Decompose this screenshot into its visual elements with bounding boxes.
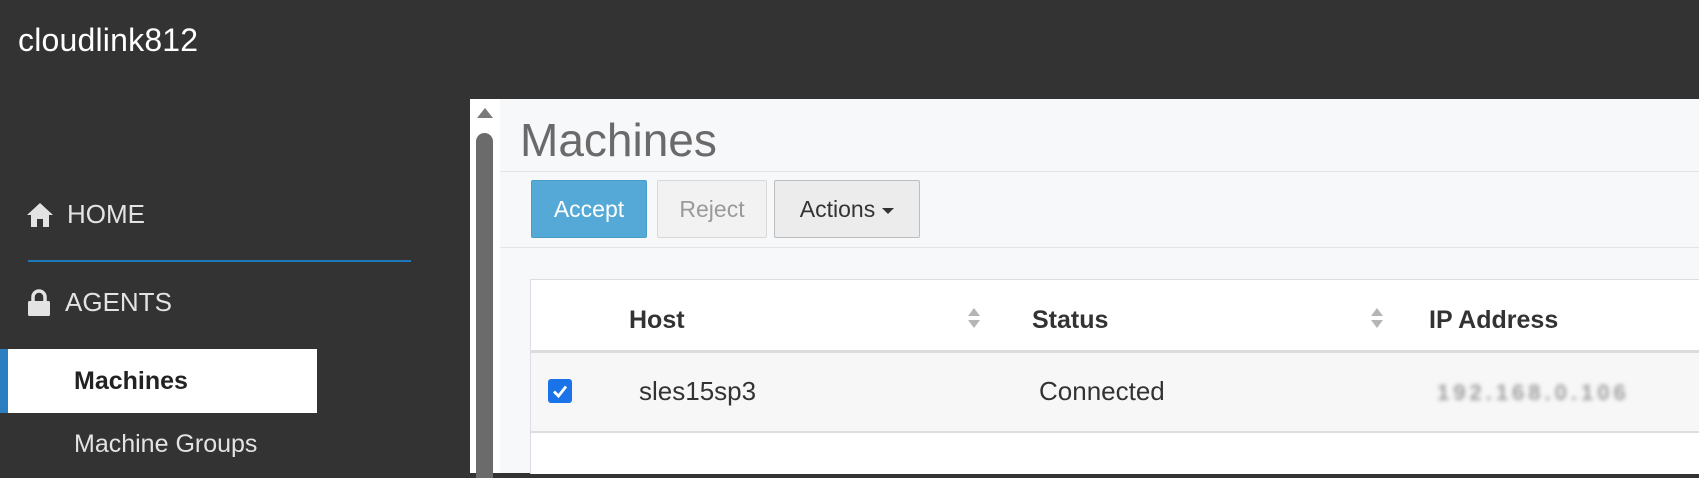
actions-dropdown-button[interactable]: Actions bbox=[774, 180, 920, 238]
sort-icon[interactable] bbox=[966, 306, 982, 330]
column-header-host[interactable]: Host bbox=[629, 306, 685, 335]
scrollbar-thumb[interactable] bbox=[476, 133, 493, 478]
lock-icon bbox=[28, 288, 50, 316]
sidebar-item-label: Machine Groups bbox=[74, 429, 258, 458]
home-icon bbox=[27, 202, 53, 227]
cell-status: Connected bbox=[1039, 376, 1165, 406]
reject-button[interactable]: Reject bbox=[657, 180, 767, 238]
column-header-status[interactable]: Status bbox=[1032, 306, 1108, 335]
cell-host: sles15sp3 bbox=[639, 376, 757, 406]
checkmark-icon bbox=[553, 385, 568, 399]
accept-button-label: Accept bbox=[553, 195, 625, 222]
sidebar-item-machines[interactable]: Machines bbox=[0, 349, 317, 413]
app-title: cloudlink812 bbox=[18, 22, 199, 58]
caret-down-icon bbox=[882, 207, 895, 214]
sidebar-item-machine-groups[interactable]: Machine Groups bbox=[0, 414, 317, 474]
page-title: Machines bbox=[520, 114, 717, 166]
sidebar-item-label: Machines bbox=[74, 366, 188, 395]
machines-table: Host Status IP Address sles15sp3 Connect… bbox=[530, 279, 1699, 474]
row-checkbox[interactable] bbox=[548, 379, 572, 403]
main-panel: Machines Accept Reject Actions Host Stat… bbox=[500, 99, 1699, 474]
sort-icon[interactable] bbox=[1369, 306, 1385, 330]
accept-button[interactable]: Accept bbox=[531, 180, 647, 238]
sidebar-section-label: HOME bbox=[67, 199, 145, 229]
sidebar-section-agents[interactable]: AGENTS bbox=[26, 287, 172, 318]
toolbar-divider bbox=[500, 247, 1699, 248]
sidebar-divider bbox=[28, 260, 411, 262]
title-divider bbox=[500, 171, 1699, 172]
sidebar-section-label: AGENTS bbox=[65, 287, 172, 317]
actions-button-label: Actions bbox=[799, 195, 876, 222]
sidebar-section-home[interactable]: HOME bbox=[26, 199, 145, 230]
reject-button-label: Reject bbox=[679, 195, 745, 222]
table-row[interactable]: sles15sp3 Connected 192.168.0.106 bbox=[531, 353, 1699, 433]
column-header-ip-address[interactable]: IP Address bbox=[1429, 306, 1558, 335]
cell-ip-address: 192.168.0.106 bbox=[1437, 380, 1630, 402]
scroll-up-icon[interactable] bbox=[477, 108, 493, 118]
